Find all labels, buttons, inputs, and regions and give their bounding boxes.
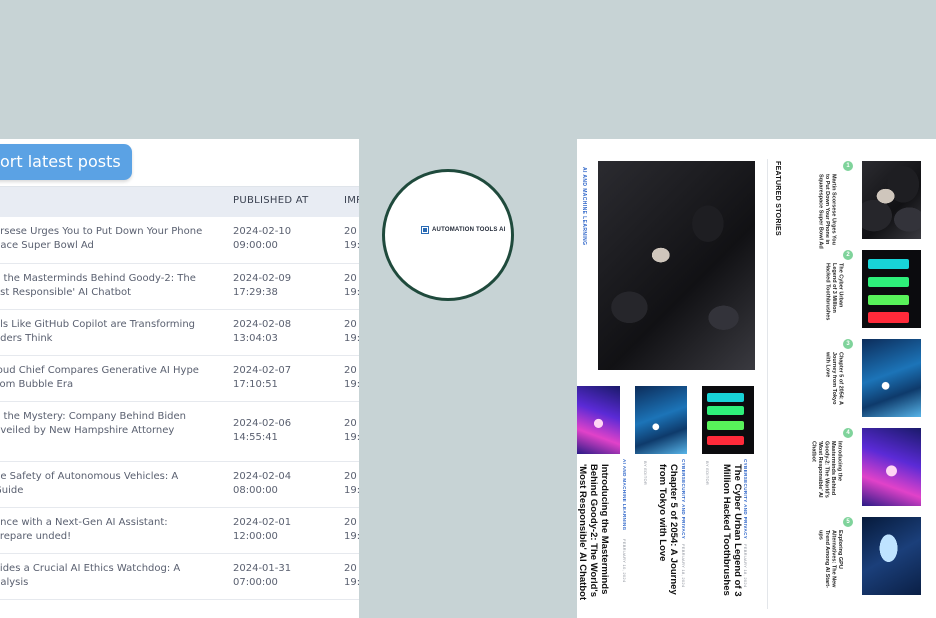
logo: AUTOMATION TOOLS AI xyxy=(421,226,506,234)
column-imp[interactable]: IMP xyxy=(344,195,359,206)
table-row[interactable]: ols Like GitHub Copilot are Transforming… xyxy=(0,310,359,356)
post-title: ence with a Next-Gen AI Assistant: Prepa… xyxy=(0,517,168,542)
featured-image[interactable] xyxy=(862,339,921,417)
imp-value: 20 19: xyxy=(344,273,359,298)
published-at: 2024-02-10 09:00:00 xyxy=(233,226,292,251)
published-at: 2024-02-09 17:29:38 xyxy=(233,273,292,298)
table-row[interactable]: vides a Crucial AI Ethics Watchdog: A na… xyxy=(0,554,359,600)
featured-title[interactable]: The Cyber Urban Legend of 3 Million Hack… xyxy=(824,263,844,323)
featured-image[interactable] xyxy=(862,428,921,506)
post-title: loud Chief Compares Generative AI Hype c… xyxy=(0,365,199,390)
published-at: 2024-02-08 13:04:03 xyxy=(233,319,292,344)
post-title: g the Masterminds Behind Goody-2: The os… xyxy=(0,273,196,298)
rotated-news-page: AI AND MACHINE LEARNING CYBERSECURITY AN… xyxy=(577,139,936,618)
featured-image[interactable] xyxy=(862,161,921,239)
story-headline[interactable]: Introducing the Masterminds Behind Goody… xyxy=(577,464,610,604)
featured-title[interactable]: Chapter 5 of 2054: A Journey from Tokyo … xyxy=(824,352,844,412)
main-category-label[interactable]: AI AND MACHINE LEARNING xyxy=(581,167,587,245)
automation-tools-ai-logo-badge: AUTOMATION TOOLS AI xyxy=(382,169,514,301)
published-at: 2024-02-04 08:00:00 xyxy=(233,471,292,496)
imp-value: 20 19: xyxy=(344,365,359,390)
featured-title[interactable]: Introducing the Masterminds Behind Goody… xyxy=(810,441,843,501)
published-at: 2024-01-31 07:00:00 xyxy=(233,563,292,588)
column-divider xyxy=(767,159,768,609)
story-author: BY EDITOR xyxy=(643,461,648,486)
featured-title[interactable]: Exploring GPU Alternatives: The New Tren… xyxy=(817,530,844,590)
imp-value: 20 19: xyxy=(344,471,359,496)
story-category[interactable]: CYBERSECURITY AND PRIVACY xyxy=(743,459,748,539)
post-title: he Safety of Autonomous Vehicles: A Guid… xyxy=(0,471,179,496)
story-category[interactable]: CYBERSECURITY AND PRIVACY xyxy=(681,459,686,539)
logo-text: AUTOMATION TOOLS AI xyxy=(432,227,506,233)
imp-value: 20 19: xyxy=(344,563,359,588)
table-row[interactable]: g the Mystery: Company Behind Biden nvei… xyxy=(0,402,359,462)
column-published-at[interactable]: PUBLISHED AT xyxy=(233,195,309,206)
featured-image[interactable] xyxy=(862,517,921,595)
robot-square-icon xyxy=(421,226,429,234)
table-row[interactable]: ence with a Next-Gen AI Assistant: Prepa… xyxy=(0,508,359,554)
published-at: 2024-02-01 12:00:00 xyxy=(233,517,292,542)
featured-image[interactable] xyxy=(862,250,921,328)
table-row[interactable]: loud Chief Compares Generative AI Hype c… xyxy=(0,356,359,402)
table-row[interactable]: he Safety of Autonomous Vehicles: A Guid… xyxy=(0,462,359,508)
story-headline[interactable]: Chapter 5 of 2054: A Journey from Tokyo … xyxy=(657,464,679,604)
table-row[interactable]: g the Masterminds Behind Goody-2: The os… xyxy=(0,264,359,310)
imp-value: 20 19: xyxy=(344,517,359,542)
posts-table-panel: ort latest posts PUBLISHED AT IMP orsese… xyxy=(0,139,359,618)
post-title: orsese Urges You to Put Down Your Phone … xyxy=(0,226,203,251)
goody2-image[interactable] xyxy=(577,386,620,454)
published-at: 2024-02-06 14:55:41 xyxy=(233,418,292,443)
table-row[interactable]: orsese Urges You to Put Down Your Phone … xyxy=(0,217,359,264)
export-latest-posts-button[interactable]: ort latest posts xyxy=(0,144,132,180)
story-headline[interactable]: The Cyber Urban Legend of 3 Million Hack… xyxy=(721,464,743,604)
toothbrush-image[interactable] xyxy=(702,386,754,454)
story-date: FEBRUARY 18, 2024 xyxy=(743,544,748,588)
imp-value: 20 19: xyxy=(344,319,359,344)
featured-number-badge: 5 xyxy=(843,517,853,527)
featured-number-badge: 2 xyxy=(843,250,853,260)
featured-number-badge: 4 xyxy=(843,428,853,438)
tokyo-image[interactable] xyxy=(635,386,687,454)
story-category[interactable]: AI AND MACHINE LEARNING xyxy=(622,459,627,531)
imp-value: 20 19: xyxy=(344,226,359,251)
story-date: FEBRUARY 18, 2024 xyxy=(681,544,686,588)
post-title: ols Like GitHub Copilot are Transforming… xyxy=(0,319,196,344)
post-title: vides a Crucial AI Ethics Watchdog: A na… xyxy=(0,563,181,588)
story-author: BY EDITOR xyxy=(705,461,710,486)
table-header: PUBLISHED AT IMP xyxy=(0,186,359,217)
featured-title[interactable]: Martin Scorsese Urges You to Put Down Yo… xyxy=(817,174,837,249)
story-date: FEBRUARY 10, 2024 xyxy=(622,539,627,583)
featured-number-badge: 1 xyxy=(843,161,853,171)
post-title: g the Mystery: Company Behind Biden nvei… xyxy=(0,411,187,436)
featured-stories-heading: FEATURED STORIES xyxy=(774,161,781,236)
hero-image[interactable] xyxy=(598,161,755,370)
imp-value: 20 19: xyxy=(344,418,359,443)
published-at: 2024-02-07 17:10:51 xyxy=(233,365,292,390)
featured-number-badge: 3 xyxy=(843,339,853,349)
